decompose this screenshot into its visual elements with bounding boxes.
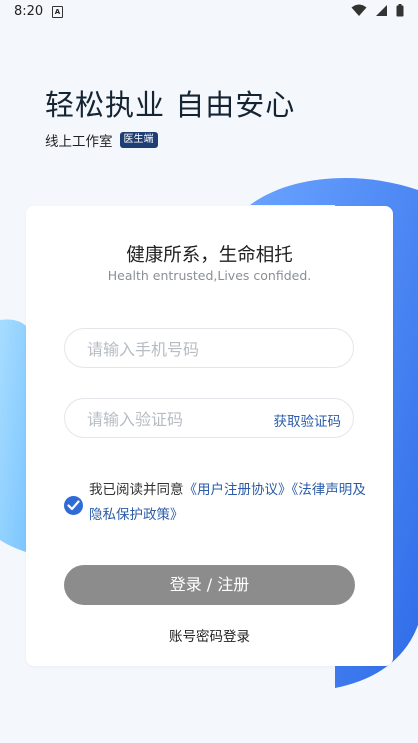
agree-prefix: 我已阅读并同意 [89,482,184,498]
slogan-en: Health entrusted,Lives confided. [107,268,312,283]
phone-input[interactable] [85,329,339,369]
phone-field[interactable] [64,328,354,369]
headline: 轻松执业 自由安心 [45,88,296,122]
code-input[interactable] [85,399,259,439]
password-login-link[interactable]: 账号密码登录 [26,625,393,645]
login-card: 健康所系，生命相托 Health entrusted,Lives confide… [26,206,393,666]
check-icon [67,500,80,511]
agreement-text: 我已阅读并同意《用户注册协议》《法律声明及隐私保护政策》 [89,478,372,528]
code-field[interactable]: 获取验证码 [64,398,354,439]
slogan: 健康所系，生命相托 [126,245,293,266]
agree-checkbox[interactable] [64,496,83,515]
get-code-button[interactable]: 获取验证码 [274,410,342,430]
role-badge: 医生端 [119,132,158,148]
subtitle: 线上工作室 [45,134,113,150]
subtitle-row: 线上工作室 医生端 [45,131,158,150]
user-agreement-link[interactable]: 《用户注册协议》 [184,482,292,498]
login-register-button[interactable]: 登录 / 注册 [64,565,355,605]
